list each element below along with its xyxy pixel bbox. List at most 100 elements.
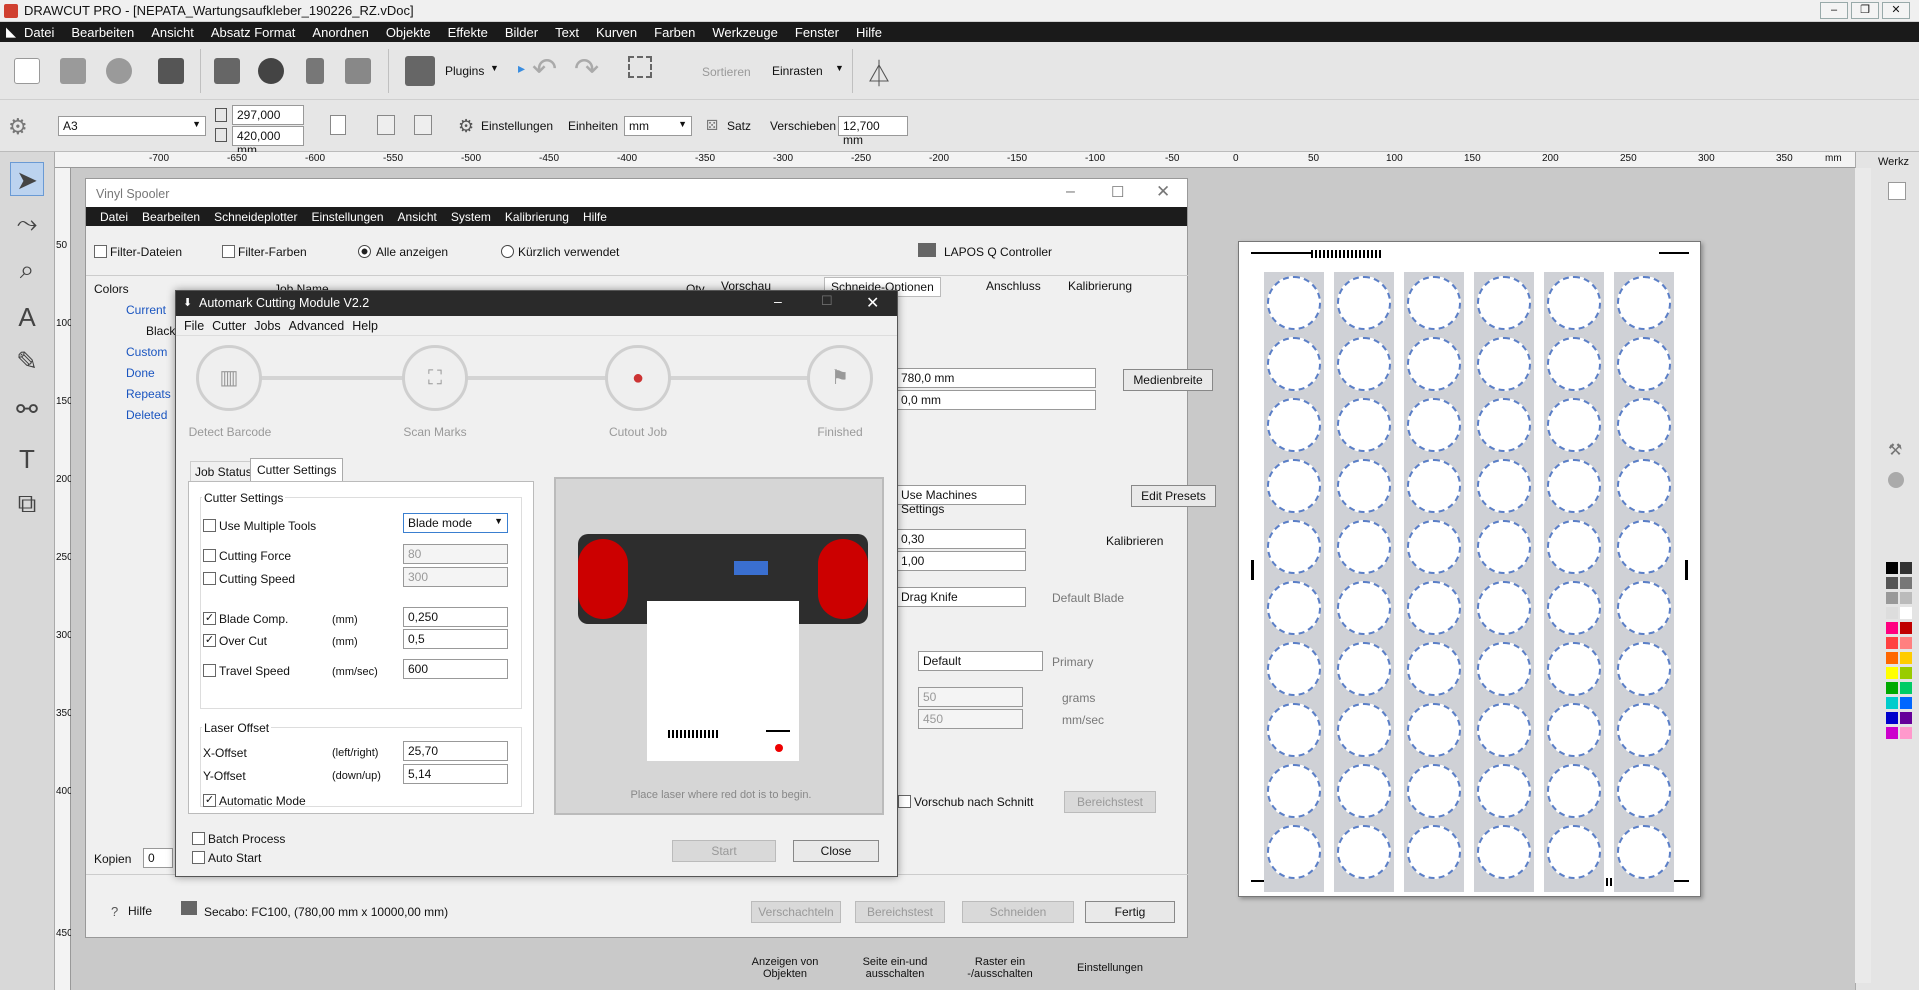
undo-icon[interactable]: ↶	[532, 52, 557, 87]
kalibrieren-button[interactable]: Kalibrieren	[1106, 534, 1163, 548]
field-100[interactable]: 1,00	[896, 551, 1026, 571]
tree-black[interactable]: Black	[146, 324, 175, 338]
spooler-menu-schneideplotter[interactable]: Schneideplotter	[214, 210, 297, 224]
close-dialog-button[interactable]: Close	[793, 840, 879, 862]
palette-swatch[interactable]	[1900, 697, 1912, 709]
sticker-circle[interactable]	[1407, 398, 1461, 452]
sticker-circle[interactable]	[1267, 520, 1321, 574]
hammer-icon[interactable]: ⚒	[1888, 440, 1902, 460]
edit-presets-button[interactable]: Edit Presets	[1131, 485, 1216, 507]
palette-swatch[interactable]	[1900, 592, 1912, 604]
automark-menu-jobs[interactable]: Jobs	[254, 319, 280, 333]
sticker-circle[interactable]	[1617, 825, 1671, 879]
sticker-circle[interactable]	[1337, 398, 1391, 452]
menu-bearbeiten[interactable]: Bearbeiten	[71, 25, 134, 40]
menu-bilder[interactable]: Bilder	[505, 25, 538, 40]
filter-dateien-checkbox[interactable]	[94, 245, 107, 258]
palette-swatch[interactable]	[1900, 622, 1912, 634]
satz-icon[interactable]: ⚄	[706, 117, 718, 134]
automark-menu-file[interactable]: File	[184, 319, 204, 333]
minimize-button[interactable]: –	[774, 293, 782, 309]
sticker-circle[interactable]	[1337, 825, 1391, 879]
add-page-icon[interactable]	[377, 115, 395, 135]
minimize-button[interactable]: –	[1820, 2, 1848, 19]
tab-job-status[interactable]: Job Status	[190, 461, 257, 483]
sticker-circle[interactable]	[1477, 398, 1531, 452]
chevron-down-icon[interactable]: ▼	[490, 63, 499, 73]
sticker-circle[interactable]	[1547, 825, 1601, 879]
alle-anzeigen-radio[interactable]	[358, 245, 371, 258]
drag-knife-select[interactable]: Drag Knife	[896, 587, 1026, 607]
node-tool-icon[interactable]: ⤳	[10, 206, 44, 240]
sticker-circle[interactable]	[1477, 581, 1531, 635]
tree-deleted[interactable]: Deleted	[126, 408, 167, 422]
new-document-icon[interactable]	[14, 58, 40, 84]
raster-ein-aus-button[interactable]: Raster ein -/ausschalten	[955, 956, 1045, 980]
kopien-field[interactable]: 0	[143, 848, 173, 868]
automatic-mode-checkbox[interactable]: ✓	[203, 794, 216, 807]
palette-swatch[interactable]	[1900, 682, 1912, 694]
auto-start-checkbox[interactable]	[192, 851, 205, 864]
palette-swatch[interactable]	[1886, 682, 1898, 694]
plotter-icon[interactable]	[345, 58, 371, 84]
sticker-circle[interactable]	[1617, 520, 1671, 574]
sticker-circle[interactable]	[1547, 398, 1601, 452]
sticker-circle[interactable]	[1267, 581, 1321, 635]
sticker-circle[interactable]	[1617, 276, 1671, 330]
tree-current[interactable]: Current	[126, 303, 166, 317]
sticker-circle[interactable]	[1267, 642, 1321, 696]
menu-app-icon[interactable]: ◣	[6, 24, 16, 40]
layers-tool-icon[interactable]: ⧉	[10, 486, 44, 520]
automark-menu-help[interactable]: Help	[352, 319, 378, 333]
menu-kurven[interactable]: Kurven	[596, 25, 637, 40]
satz-label[interactable]: Satz	[727, 119, 751, 133]
menu-farben[interactable]: Farben	[654, 25, 695, 40]
export-apple-icon[interactable]	[258, 58, 284, 84]
plugins-icon[interactable]	[405, 56, 435, 86]
menu-text[interactable]: Text	[555, 25, 579, 40]
batch-process-checkbox[interactable]	[192, 832, 205, 845]
media-offset-field[interactable]: 0,0 mm	[896, 390, 1096, 410]
vorschub-checkbox[interactable]	[898, 795, 911, 808]
menu-absatz-format[interactable]: Absatz Format	[211, 25, 296, 40]
settings-gear-icon[interactable]: ⚙	[8, 114, 28, 140]
sticker-circle[interactable]	[1407, 520, 1461, 574]
sticker-circle[interactable]	[1407, 825, 1461, 879]
pressure-field[interactable]: 50	[918, 687, 1023, 707]
menu-datei[interactable]: Datei	[24, 25, 54, 40]
spooler-menu-kalibrierung[interactable]: Kalibrierung	[505, 210, 569, 224]
sticker-circle[interactable]	[1267, 764, 1321, 818]
lapos-button[interactable]: LAPOS Q Controller	[944, 245, 1052, 259]
palette-swatch[interactable]	[1900, 667, 1912, 679]
sticker-circle[interactable]	[1477, 642, 1531, 696]
menu-ansicht[interactable]: Ansicht	[151, 25, 194, 40]
close-button[interactable]: ✕	[1156, 182, 1170, 202]
sticker-circle[interactable]	[1547, 764, 1601, 818]
sticker-circle[interactable]	[1477, 337, 1531, 391]
rocket-icon[interactable]: ⏃	[866, 54, 892, 91]
spooler-menu-ansicht[interactable]: Ansicht	[398, 210, 437, 224]
sortieren-label[interactable]: Sortieren	[702, 65, 751, 79]
tree-done[interactable]: Done	[126, 366, 155, 380]
sticker-circle[interactable]	[1547, 642, 1601, 696]
seite-ein-aus-button[interactable]: Seite ein-und ausschalten	[850, 956, 940, 980]
sticker-circle[interactable]	[1337, 520, 1391, 574]
einrasten-label[interactable]: Einrasten	[772, 64, 823, 78]
sticker-circle[interactable]	[1337, 703, 1391, 757]
select-box-icon[interactable]	[628, 56, 652, 78]
sticker-circle[interactable]	[1337, 642, 1391, 696]
cutting-speed-checkbox[interactable]	[203, 572, 216, 585]
verschachteln-button[interactable]: Verschachteln	[751, 901, 841, 923]
redo-icon[interactable]: ↷	[574, 52, 599, 87]
cutting-force-checkbox[interactable]	[203, 549, 216, 562]
palette-swatch[interactable]	[1900, 607, 1912, 619]
sticker-circle[interactable]	[1617, 337, 1671, 391]
sticker-circle[interactable]	[1617, 642, 1671, 696]
tab-anschluss[interactable]: Anschluss	[986, 279, 1041, 293]
save-icon[interactable]	[158, 58, 184, 84]
sticker-circle[interactable]	[1267, 276, 1321, 330]
sticker-circle[interactable]	[1477, 764, 1531, 818]
text-tool-icon[interactable]: A	[10, 300, 44, 334]
default-select[interactable]: Default	[918, 651, 1043, 671]
sticker-circle[interactable]	[1617, 764, 1671, 818]
